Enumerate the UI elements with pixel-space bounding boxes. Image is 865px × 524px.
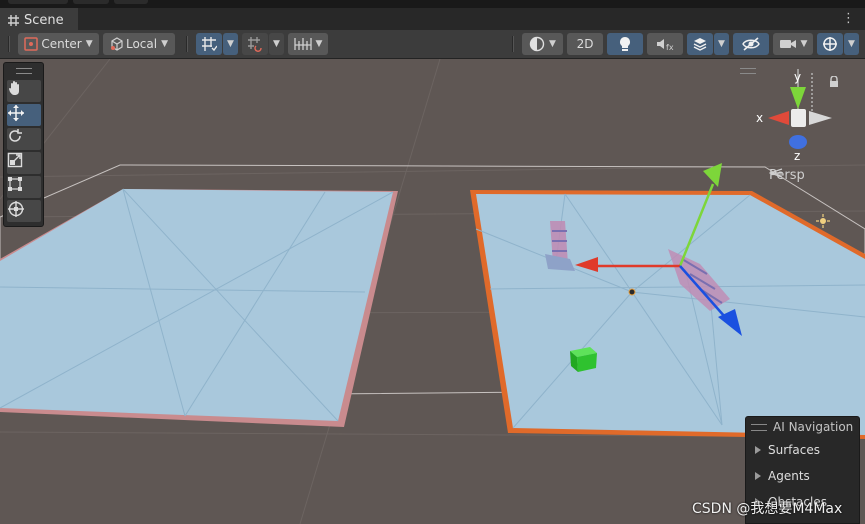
- green-cube[interactable]: [570, 347, 597, 372]
- gizmos-toggle[interactable]: [817, 33, 843, 55]
- gizmo-y-cone[interactable]: [790, 87, 806, 109]
- draw-mode-dropdown[interactable]: ▼: [522, 33, 563, 55]
- ai-navigation-item-surfaces[interactable]: Surfaces: [746, 437, 859, 463]
- gizmo-center-cube[interactable]: [791, 109, 806, 127]
- grid-snap-icon: [202, 37, 217, 52]
- chevron-down-icon: ▼: [549, 39, 556, 49]
- projection-toggle[interactable]: Persp: [769, 168, 805, 183]
- grid-snap-dropdown[interactable]: ▼: [223, 33, 238, 55]
- gizmo-z-label: z: [794, 149, 800, 163]
- increment-snap-dropdown[interactable]: ▼: [269, 33, 284, 55]
- move-tool-button[interactable]: [7, 104, 41, 126]
- grid-snap-toggle[interactable]: [196, 33, 222, 55]
- move-arrows-icon: [8, 105, 24, 121]
- chevron-down-icon: ▼: [227, 39, 234, 49]
- overlay-grip-icon: [751, 423, 767, 431]
- audio-toggle[interactable]: fx: [647, 33, 683, 55]
- camera-dropdown[interactable]: ▼: [773, 33, 813, 55]
- docked-tab-ghost[interactable]: [8, 0, 68, 4]
- draw-mode-icon: [529, 36, 545, 52]
- gizmo-x-cone[interactable]: [768, 111, 789, 125]
- tab-bar: Scene ⋮: [0, 8, 865, 30]
- chevron-down-icon: ▼: [273, 39, 280, 49]
- rotate-icon: [9, 129, 22, 142]
- ai-navigation-item-label: Surfaces: [768, 443, 820, 457]
- toolbar-separator: [186, 36, 188, 52]
- hand-icon: [9, 81, 19, 95]
- transform-tool-button[interactable]: [7, 200, 41, 222]
- mode-2d-label: 2D: [576, 37, 594, 51]
- chevron-down-icon: ▼: [315, 39, 323, 49]
- lighting-icon: [620, 37, 630, 51]
- orientation-gizmo[interactable]: y x z: [756, 69, 832, 163]
- transform-icon: [8, 201, 24, 217]
- grid-icon: [8, 14, 19, 26]
- gizmo-x-label: x: [756, 111, 763, 125]
- toolbar-grip: [8, 36, 10, 52]
- kebab-menu-icon[interactable]: ⋮: [842, 12, 855, 26]
- nav-vertex-marker: [628, 288, 636, 296]
- scale-icon: [7, 152, 23, 168]
- ai-navigation-item-agents[interactable]: Agents: [746, 463, 859, 489]
- docked-tab-ghost[interactable]: [114, 0, 148, 4]
- scale-tool-button[interactable]: [7, 152, 41, 174]
- chevron-down-icon: ▼: [161, 39, 169, 49]
- gizmo-y-label: y: [794, 70, 801, 84]
- docked-tab-ghost[interactable]: [73, 0, 109, 4]
- increment-snap-icon: [248, 37, 262, 52]
- scene-toolbar: Center ▼ Local ▼ ▼ ▼ ▼ ▼ 2D fx ▼ ▼ ▼: [0, 30, 865, 59]
- tools-overlay-grip[interactable]: [16, 68, 32, 74]
- left-navmesh: [0, 189, 393, 421]
- perspective-icon: [769, 168, 783, 178]
- watermark: CSDN @我想要M4Max: [692, 501, 843, 517]
- lighting-toggle[interactable]: [607, 33, 643, 55]
- ai-navigation-header[interactable]: AI Navigation: [746, 417, 859, 437]
- light-icon[interactable]: [816, 214, 830, 228]
- right-navmesh: [476, 194, 865, 435]
- scene-viewport[interactable]: y x z Persp AI Navigation Surfaces Agent…: [0, 59, 865, 524]
- toolbar-separator: [512, 36, 514, 52]
- pivot-mode-label: Center: [41, 37, 82, 51]
- gizmo-z-cone[interactable]: [789, 135, 807, 149]
- mode-2d-toggle[interactable]: 2D: [567, 33, 603, 55]
- tools-overlay: [3, 62, 44, 227]
- cube-local-icon: [110, 37, 123, 51]
- gizmos-icon: [823, 37, 837, 51]
- increment-snap-toggle[interactable]: [242, 33, 268, 55]
- chevron-down-icon: ▼: [848, 39, 855, 49]
- snap-settings-dropdown[interactable]: ▼: [288, 33, 328, 55]
- tab-scene-label: Scene: [24, 12, 64, 28]
- svg-text:fx: fx: [666, 43, 674, 51]
- rect-transform-icon: [8, 177, 22, 191]
- visibility-icon: [742, 37, 760, 51]
- tab-scene[interactable]: Scene: [0, 8, 78, 30]
- snap-ruler-icon: [293, 38, 312, 50]
- scene-render: y x z: [0, 59, 865, 524]
- ai-navigation-title: AI Navigation: [773, 420, 854, 434]
- chevron-down-icon: ▼: [85, 39, 93, 49]
- pivot-mode-dropdown[interactable]: Center ▼: [18, 33, 99, 55]
- pivot-rotation-label: Local: [125, 37, 158, 51]
- ai-navigation-item-label: Agents: [768, 469, 810, 483]
- hand-tool-button[interactable]: [7, 80, 41, 102]
- gizmos-dropdown[interactable]: ▼: [844, 33, 859, 55]
- chevron-down-icon: ▼: [718, 39, 725, 49]
- rotate-tool-button[interactable]: [7, 128, 41, 150]
- fx-toggle[interactable]: [687, 33, 713, 55]
- foldout-arrow-icon: [755, 472, 761, 480]
- window-tab-strip: [0, 0, 865, 8]
- chevron-down-icon: ▼: [800, 39, 808, 49]
- fx-layers-icon: [693, 38, 707, 51]
- pivot-rotation-dropdown[interactable]: Local ▼: [103, 33, 175, 55]
- scene-visibility-toggle[interactable]: [733, 33, 769, 55]
- overlay-grip[interactable]: [740, 68, 756, 74]
- fx-dropdown[interactable]: ▼: [714, 33, 729, 55]
- camera-icon: [779, 40, 796, 48]
- pivot-center-icon: [24, 37, 39, 51]
- foldout-arrow-icon: [755, 446, 761, 454]
- rect-tool-button[interactable]: [7, 176, 41, 198]
- audio-mute-icon: fx: [657, 39, 674, 51]
- gizmo-neg-x-cone[interactable]: [809, 111, 832, 125]
